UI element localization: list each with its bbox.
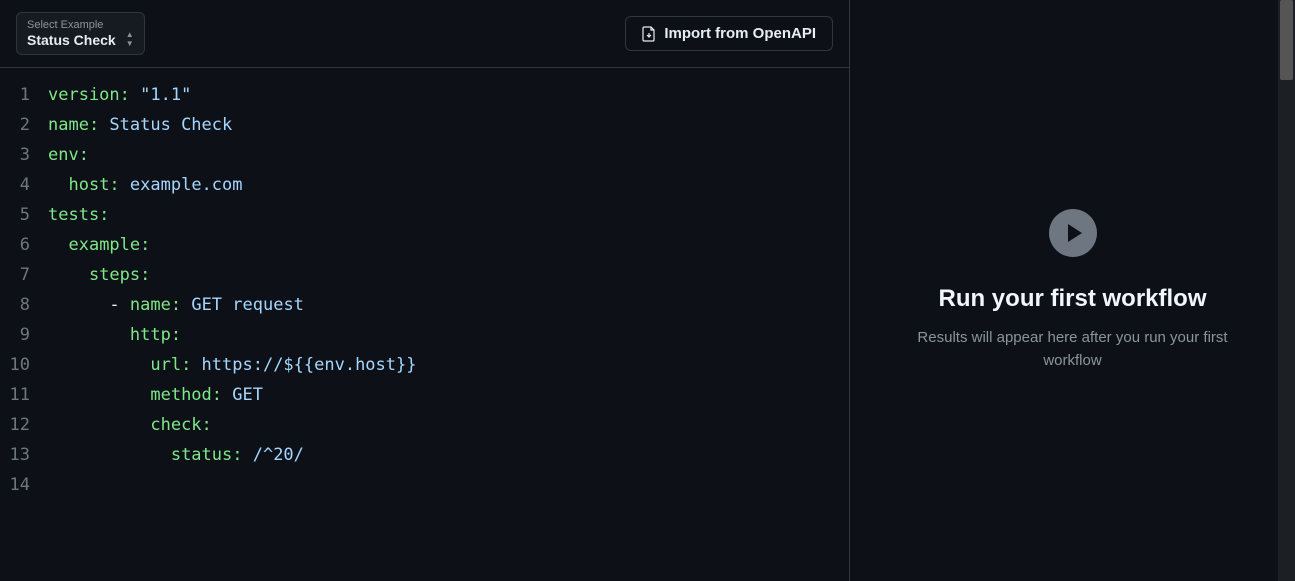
- play-icon: [1049, 209, 1097, 257]
- code-line[interactable]: 5tests:: [0, 200, 849, 230]
- page-scrollbar[interactable]: [1278, 0, 1295, 581]
- line-number: 6: [0, 230, 48, 260]
- line-number: 9: [0, 320, 48, 350]
- line-number: 5: [0, 200, 48, 230]
- line-number: 13: [0, 440, 48, 470]
- toolbar: Select Example Status Check ▲▼ Import fr…: [0, 0, 849, 68]
- line-number: 8: [0, 290, 48, 320]
- code-line[interactable]: 14: [0, 470, 849, 500]
- line-number: 2: [0, 110, 48, 140]
- code-content[interactable]: name: Status Check: [48, 110, 849, 140]
- page-scrollbar-thumb[interactable]: [1280, 0, 1293, 80]
- import-openapi-button[interactable]: Import from OpenAPI: [625, 16, 833, 51]
- code-line[interactable]: 9 http:: [0, 320, 849, 350]
- code-editor[interactable]: 1version: "1.1"2name: Status Check3env:4…: [0, 68, 849, 581]
- line-number: 4: [0, 170, 48, 200]
- code-content[interactable]: url: https://${{env.host}}: [48, 350, 849, 380]
- line-number: 7: [0, 260, 48, 290]
- code-line[interactable]: 8 - name: GET request: [0, 290, 849, 320]
- line-number: 11: [0, 380, 48, 410]
- line-number: 3: [0, 140, 48, 170]
- code-content[interactable]: tests:: [48, 200, 849, 230]
- code-content[interactable]: host: example.com: [48, 170, 849, 200]
- line-number: 12: [0, 410, 48, 440]
- code-content[interactable]: - name: GET request: [48, 290, 849, 320]
- code-line[interactable]: 13 status: /^20/: [0, 440, 849, 470]
- code-line[interactable]: 11 method: GET: [0, 380, 849, 410]
- empty-state-subtitle: Results will appear here after you run y…: [893, 327, 1253, 372]
- example-selector[interactable]: Select Example Status Check ▲▼: [16, 12, 145, 55]
- editor-panel: Select Example Status Check ▲▼ Import fr…: [0, 0, 850, 581]
- code-content[interactable]: version: "1.1": [48, 80, 849, 110]
- code-line[interactable]: 6 example:: [0, 230, 849, 260]
- code-line[interactable]: 1version: "1.1": [0, 80, 849, 110]
- code-content[interactable]: method: GET: [48, 380, 849, 410]
- code-content[interactable]: [48, 470, 849, 500]
- code-content[interactable]: http:: [48, 320, 849, 350]
- code-content[interactable]: example:: [48, 230, 849, 260]
- file-import-icon: [642, 26, 656, 42]
- code-line[interactable]: 2name: Status Check: [0, 110, 849, 140]
- example-selector-label: Select Example: [27, 19, 134, 31]
- code-line[interactable]: 3env:: [0, 140, 849, 170]
- empty-state-title: Run your first workflow: [938, 285, 1206, 313]
- results-panel: Run your first workflow Results will app…: [850, 0, 1295, 581]
- line-number: 1: [0, 80, 48, 110]
- line-number: 10: [0, 350, 48, 380]
- code-content[interactable]: check:: [48, 410, 849, 440]
- example-selector-value: Status Check: [27, 32, 116, 48]
- code-line[interactable]: 12 check:: [0, 410, 849, 440]
- code-line[interactable]: 7 steps:: [0, 260, 849, 290]
- code-content[interactable]: steps:: [48, 260, 849, 290]
- chevron-updown-icon: ▲▼: [126, 31, 134, 48]
- import-button-label: Import from OpenAPI: [664, 25, 816, 42]
- line-number: 14: [0, 470, 48, 500]
- code-line[interactable]: 10 url: https://${{env.host}}: [0, 350, 849, 380]
- code-content[interactable]: status: /^20/: [48, 440, 849, 470]
- code-content[interactable]: env:: [48, 140, 849, 170]
- code-line[interactable]: 4 host: example.com: [0, 170, 849, 200]
